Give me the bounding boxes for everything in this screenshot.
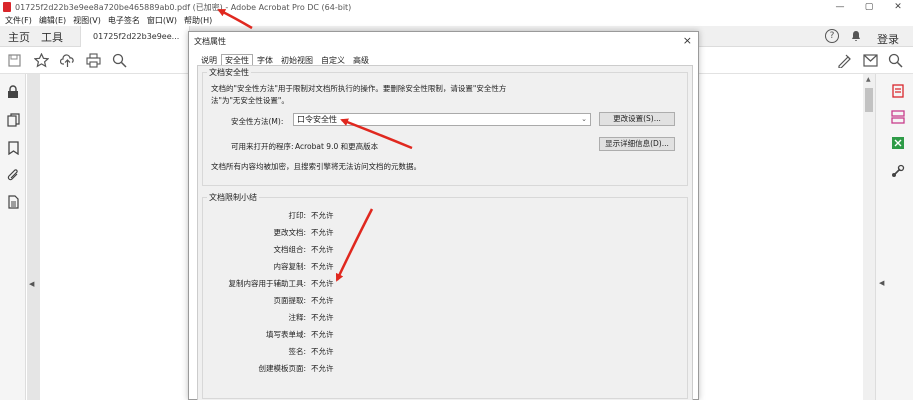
restriction-label: 文档组合: <box>273 245 306 254</box>
security-method-select[interactable]: 口令安全性 ⌄ <box>293 113 591 126</box>
restriction-value: 不允许 <box>311 211 334 220</box>
restriction-value: 不允许 <box>311 296 334 305</box>
restriction-value: 不允许 <box>311 245 334 254</box>
encrypt-note: 文档所有内容均被加密，且搜索引擎将无法访问文档的元数据。 <box>211 162 421 171</box>
restrictions-group-label: 文档限制小结 <box>207 192 259 203</box>
bookmark-icon[interactable] <box>5 140 21 156</box>
collapse-right-pane-button[interactable]: ◀ <box>879 279 884 287</box>
restriction-value: 不允许 <box>311 347 334 356</box>
attachment-icon[interactable] <box>5 167 21 183</box>
security-method-value: 口令安全性 <box>297 115 337 124</box>
restriction-label: 填写表单域: <box>265 330 306 339</box>
security-panel: 文档安全性 文档的"安全性方法"用于限制对文档所执行的操作。要删除安全性限制，请… <box>197 65 693 400</box>
restriction-label: 签名: <box>288 347 306 356</box>
page-icon[interactable] <box>5 194 21 210</box>
security-group-label: 文档安全性 <box>207 67 251 78</box>
show-details-button[interactable]: 显示详细信息(D)... <box>599 137 675 151</box>
menu-bar: 文件(F) 编辑(E) 视图(V) 电子签名 窗口(W) 帮助(H) <box>0 14 913 26</box>
left-navigation-pane <box>0 74 26 400</box>
restriction-label: 更改文档: <box>273 228 306 237</box>
document-properties-dialog: 文档属性 × 说明 安全性 字体 初始视图 自定义 高级 文档安全性 文档的"安… <box>188 31 699 400</box>
restrictions-group: 文档限制小结 打印: 不允许 更改文档: 不允许 文档组合: 不允许 内容复制:… <box>202 192 688 399</box>
tools-more-icon[interactable] <box>891 164 905 178</box>
save-icon[interactable] <box>6 52 22 68</box>
menu-esign[interactable]: 电子签名 <box>108 15 140 26</box>
open-with-label: 可用来打开的程序: <box>231 142 294 151</box>
restriction-value: 不允许 <box>311 313 334 322</box>
tab-home[interactable]: 主页 <box>8 26 30 47</box>
security-description-line2: 法"为"无安全性设置"。 <box>211 96 289 105</box>
maximize-button[interactable]: ▢ <box>856 0 882 14</box>
lock-icon[interactable] <box>5 84 21 100</box>
security-method-label: 安全性方法(M): <box>231 117 284 126</box>
organize-icon[interactable] <box>891 110 905 124</box>
tab-document[interactable]: 01725f2d22b3e9ee... <box>80 26 190 47</box>
print-icon[interactable] <box>85 52 101 68</box>
collapse-left-pane-button[interactable]: ◀ <box>29 280 34 288</box>
restriction-value: 不允许 <box>311 279 334 288</box>
restriction-label: 打印: <box>288 211 306 220</box>
open-with-value: Acrobat 9.0 和更高版本 <box>295 142 379 151</box>
restriction-label: 页面提取: <box>273 296 306 305</box>
menu-edit[interactable]: 编辑(E) <box>39 15 66 26</box>
restriction-label: 创建模板页面: <box>258 364 306 373</box>
title-bar: 01725f2d22b3e9ee8a720be465889ab0.pdf (已加… <box>0 0 913 14</box>
restriction-label: 注释: <box>288 313 306 322</box>
search-icon[interactable] <box>887 52 903 68</box>
chevron-down-icon: ⌄ <box>581 115 587 123</box>
security-group: 文档安全性 文档的"安全性方法"用于限制对文档所执行的操作。要删除安全性限制，请… <box>202 67 688 186</box>
mail-icon[interactable] <box>862 52 878 68</box>
window-title: 01725f2d22b3e9ee8a720be465889ab0.pdf (已加… <box>15 2 352 12</box>
restriction-label: 内容复制: <box>273 262 306 271</box>
right-tools-pane: ◀ <box>875 74 913 400</box>
excel-icon[interactable] <box>891 136 905 150</box>
restriction-value: 不允许 <box>311 228 334 237</box>
menu-help[interactable]: 帮助(H) <box>184 15 212 26</box>
menu-window[interactable]: 窗口(W) <box>147 15 177 26</box>
restriction-value: 不允许 <box>311 364 334 373</box>
change-settings-button[interactable]: 更改设置(S)... <box>599 112 675 126</box>
scroll-thumb[interactable] <box>865 88 873 112</box>
minimize-button[interactable]: — <box>827 0 853 14</box>
scroll-up-arrow[interactable]: ▲ <box>866 76 871 83</box>
pdf-export-icon[interactable] <box>891 84 905 98</box>
menu-view[interactable]: 视图(V) <box>73 15 101 26</box>
star-icon[interactable] <box>33 52 49 68</box>
restriction-label: 复制内容用于辅助工具: <box>228 279 306 288</box>
login-link[interactable]: 登录 <box>877 31 899 47</box>
menu-file[interactable]: 文件(F) <box>5 15 32 26</box>
dialog-close-button[interactable]: × <box>683 34 692 47</box>
tab-tools[interactable]: 工具 <box>41 26 63 47</box>
acrobat-app-icon <box>3 2 11 12</box>
restriction-value: 不允许 <box>311 262 334 271</box>
help-icon[interactable]: ? <box>825 29 839 43</box>
dialog-title: 文档属性 <box>194 37 226 46</box>
close-window-button[interactable]: ✕ <box>885 0 911 14</box>
vertical-scrollbar[interactable]: ▲ <box>863 74 875 400</box>
tab-document-label: 01725f2d22b3e9ee... <box>93 32 180 41</box>
sign-icon[interactable] <box>836 52 852 68</box>
zoom-icon[interactable] <box>111 52 127 68</box>
restriction-value: 不允许 <box>311 330 334 339</box>
bell-icon[interactable] <box>849 29 863 43</box>
copy-icon[interactable] <box>5 112 21 128</box>
security-description-line1: 文档的"安全性方法"用于限制对文档所执行的操作。要删除安全性限制，请设置"安全性… <box>211 84 507 93</box>
upload-icon[interactable] <box>59 52 75 68</box>
